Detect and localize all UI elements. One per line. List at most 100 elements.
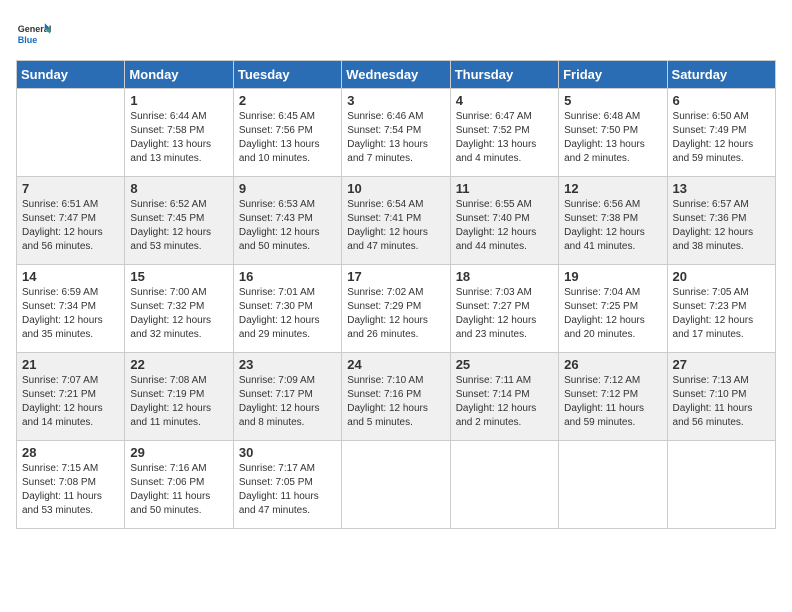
day-info: Sunrise: 7:00 AM Sunset: 7:32 PM Dayligh… xyxy=(130,286,227,342)
day-info: Sunrise: 7:12 AM Sunset: 7:12 PM Dayligh… xyxy=(564,374,661,430)
day-number: 3 xyxy=(347,93,444,108)
calendar-cell: 11 Sunrise: 6:55 AM Sunset: 7:40 PM Dayli… xyxy=(450,177,558,265)
day-info: Sunrise: 6:46 AM Sunset: 7:54 PM Dayligh… xyxy=(347,110,444,166)
calendar-cell xyxy=(559,441,667,529)
day-info: Sunrise: 6:50 AM Sunset: 7:49 PM Dayligh… xyxy=(673,110,770,166)
calendar-cell: 29 Sunrise: 7:16 AM Sunset: 7:06 PM Dayli… xyxy=(125,441,233,529)
calendar-cell: 18 Sunrise: 7:03 AM Sunset: 7:27 PM Dayli… xyxy=(450,265,558,353)
calendar-cell: 23 Sunrise: 7:09 AM Sunset: 7:17 PM Dayli… xyxy=(233,353,341,441)
day-number: 11 xyxy=(456,181,553,196)
day-number: 25 xyxy=(456,357,553,372)
day-info: Sunrise: 6:48 AM Sunset: 7:50 PM Dayligh… xyxy=(564,110,661,166)
day-number: 16 xyxy=(239,269,336,284)
week-row-1: 1 Sunrise: 6:44 AM Sunset: 7:58 PM Daylig… xyxy=(17,89,776,177)
calendar-cell: 1 Sunrise: 6:44 AM Sunset: 7:58 PM Daylig… xyxy=(125,89,233,177)
column-header-sunday: Sunday xyxy=(17,61,125,89)
day-info: Sunrise: 7:10 AM Sunset: 7:16 PM Dayligh… xyxy=(347,374,444,430)
logo-icon: General Blue xyxy=(16,16,52,52)
calendar-cell: 19 Sunrise: 7:04 AM Sunset: 7:25 PM Dayli… xyxy=(559,265,667,353)
day-number: 27 xyxy=(673,357,770,372)
calendar-cell: 16 Sunrise: 7:01 AM Sunset: 7:30 PM Dayli… xyxy=(233,265,341,353)
week-row-5: 28 Sunrise: 7:15 AM Sunset: 7:08 PM Dayli… xyxy=(17,441,776,529)
day-info: Sunrise: 7:07 AM Sunset: 7:21 PM Dayligh… xyxy=(22,374,119,430)
day-number: 26 xyxy=(564,357,661,372)
calendar-cell: 3 Sunrise: 6:46 AM Sunset: 7:54 PM Daylig… xyxy=(342,89,450,177)
day-info: Sunrise: 7:15 AM Sunset: 7:08 PM Dayligh… xyxy=(22,462,119,518)
calendar-cell: 5 Sunrise: 6:48 AM Sunset: 7:50 PM Daylig… xyxy=(559,89,667,177)
day-info: Sunrise: 6:47 AM Sunset: 7:52 PM Dayligh… xyxy=(456,110,553,166)
day-info: Sunrise: 7:16 AM Sunset: 7:06 PM Dayligh… xyxy=(130,462,227,518)
calendar-cell xyxy=(342,441,450,529)
calendar-cell: 26 Sunrise: 7:12 AM Sunset: 7:12 PM Dayli… xyxy=(559,353,667,441)
calendar-cell xyxy=(667,441,775,529)
column-header-friday: Friday xyxy=(559,61,667,89)
calendar-cell: 20 Sunrise: 7:05 AM Sunset: 7:23 PM Dayli… xyxy=(667,265,775,353)
day-number: 8 xyxy=(130,181,227,196)
day-info: Sunrise: 6:55 AM Sunset: 7:40 PM Dayligh… xyxy=(456,198,553,254)
day-number: 18 xyxy=(456,269,553,284)
day-number: 30 xyxy=(239,445,336,460)
calendar-cell: 2Sunrise: 6:45 AM Sunset: 7:56 PM Daylig… xyxy=(233,89,341,177)
column-header-monday: Monday xyxy=(125,61,233,89)
calendar-cell: 8 Sunrise: 6:52 AM Sunset: 7:45 PM Daylig… xyxy=(125,177,233,265)
calendar-cell: 4 Sunrise: 6:47 AM Sunset: 7:52 PM Daylig… xyxy=(450,89,558,177)
day-info: Sunrise: 6:52 AM Sunset: 7:45 PM Dayligh… xyxy=(130,198,227,254)
day-info: Sunrise: 6:45 AM Sunset: 7:56 PM Dayligh… xyxy=(239,110,336,166)
column-header-wednesday: Wednesday xyxy=(342,61,450,89)
calendar-cell: 13 Sunrise: 6:57 AM Sunset: 7:36 PM Dayli… xyxy=(667,177,775,265)
day-number: 12 xyxy=(564,181,661,196)
calendar-cell xyxy=(450,441,558,529)
logo: General Blue xyxy=(16,16,52,52)
day-number: 20 xyxy=(673,269,770,284)
calendar-cell: 22 Sunrise: 7:08 AM Sunset: 7:19 PM Dayli… xyxy=(125,353,233,441)
day-number: 22 xyxy=(130,357,227,372)
day-info: Sunrise: 7:17 AM Sunset: 7:05 PM Dayligh… xyxy=(239,462,336,518)
day-info: Sunrise: 7:08 AM Sunset: 7:19 PM Dayligh… xyxy=(130,374,227,430)
day-number: 19 xyxy=(564,269,661,284)
day-number: 14 xyxy=(22,269,119,284)
day-info: Sunrise: 7:13 AM Sunset: 7:10 PM Dayligh… xyxy=(673,374,770,430)
calendar-cell: 15Sunrise: 7:00 AM Sunset: 7:32 PM Dayli… xyxy=(125,265,233,353)
day-info: Sunrise: 6:56 AM Sunset: 7:38 PM Dayligh… xyxy=(564,198,661,254)
day-info: Sunrise: 7:05 AM Sunset: 7:23 PM Dayligh… xyxy=(673,286,770,342)
day-number: 4 xyxy=(456,93,553,108)
calendar-cell xyxy=(17,89,125,177)
day-info: Sunrise: 7:03 AM Sunset: 7:27 PM Dayligh… xyxy=(456,286,553,342)
day-number: 1 xyxy=(130,93,227,108)
calendar-cell: 21 Sunrise: 7:07 AM Sunset: 7:21 PM Dayli… xyxy=(17,353,125,441)
column-header-tuesday: Tuesday xyxy=(233,61,341,89)
svg-text:Blue: Blue xyxy=(18,35,38,45)
day-number: 28 xyxy=(22,445,119,460)
day-number: 17 xyxy=(347,269,444,284)
day-info: Sunrise: 6:59 AM Sunset: 7:34 PM Dayligh… xyxy=(22,286,119,342)
calendar-cell: 27 Sunrise: 7:13 AM Sunset: 7:10 PM Dayli… xyxy=(667,353,775,441)
day-number: 21 xyxy=(22,357,119,372)
day-number: 23 xyxy=(239,357,336,372)
calendar-cell: 10Sunrise: 6:54 AM Sunset: 7:41 PM Dayli… xyxy=(342,177,450,265)
day-info: Sunrise: 6:44 AM Sunset: 7:58 PM Dayligh… xyxy=(130,110,227,166)
day-info: Sunrise: 7:09 AM Sunset: 7:17 PM Dayligh… xyxy=(239,374,336,430)
day-number: 13 xyxy=(673,181,770,196)
day-info: Sunrise: 7:04 AM Sunset: 7:25 PM Dayligh… xyxy=(564,286,661,342)
calendar-cell: 9 Sunrise: 6:53 AM Sunset: 7:43 PM Daylig… xyxy=(233,177,341,265)
week-row-4: 21 Sunrise: 7:07 AM Sunset: 7:21 PM Dayli… xyxy=(17,353,776,441)
header-row: SundayMondayTuesdayWednesdayThursdayFrid… xyxy=(17,61,776,89)
calendar-cell: 7Sunrise: 6:51 AM Sunset: 7:47 PM Daylig… xyxy=(17,177,125,265)
day-number: 5 xyxy=(564,93,661,108)
calendar-cell: 28 Sunrise: 7:15 AM Sunset: 7:08 PM Dayli… xyxy=(17,441,125,529)
calendar-cell: 25Sunrise: 7:11 AM Sunset: 7:14 PM Dayli… xyxy=(450,353,558,441)
day-number: 6 xyxy=(673,93,770,108)
calendar-cell: 6 Sunrise: 6:50 AM Sunset: 7:49 PM Daylig… xyxy=(667,89,775,177)
day-info: Sunrise: 7:01 AM Sunset: 7:30 PM Dayligh… xyxy=(239,286,336,342)
day-info: Sunrise: 6:54 AM Sunset: 7:41 PM Dayligh… xyxy=(347,198,444,254)
calendar-cell: 24 Sunrise: 7:10 AM Sunset: 7:16 PM Dayli… xyxy=(342,353,450,441)
column-header-saturday: Saturday xyxy=(667,61,775,89)
day-info: Sunrise: 6:51 AM Sunset: 7:47 PM Dayligh… xyxy=(22,198,119,254)
day-number: 29 xyxy=(130,445,227,460)
day-info: Sunrise: 6:53 AM Sunset: 7:43 PM Dayligh… xyxy=(239,198,336,254)
day-info: Sunrise: 6:57 AM Sunset: 7:36 PM Dayligh… xyxy=(673,198,770,254)
column-header-thursday: Thursday xyxy=(450,61,558,89)
calendar-cell: 17Sunrise: 7:02 AM Sunset: 7:29 PM Dayli… xyxy=(342,265,450,353)
day-number: 9 xyxy=(239,181,336,196)
day-number: 24 xyxy=(347,357,444,372)
